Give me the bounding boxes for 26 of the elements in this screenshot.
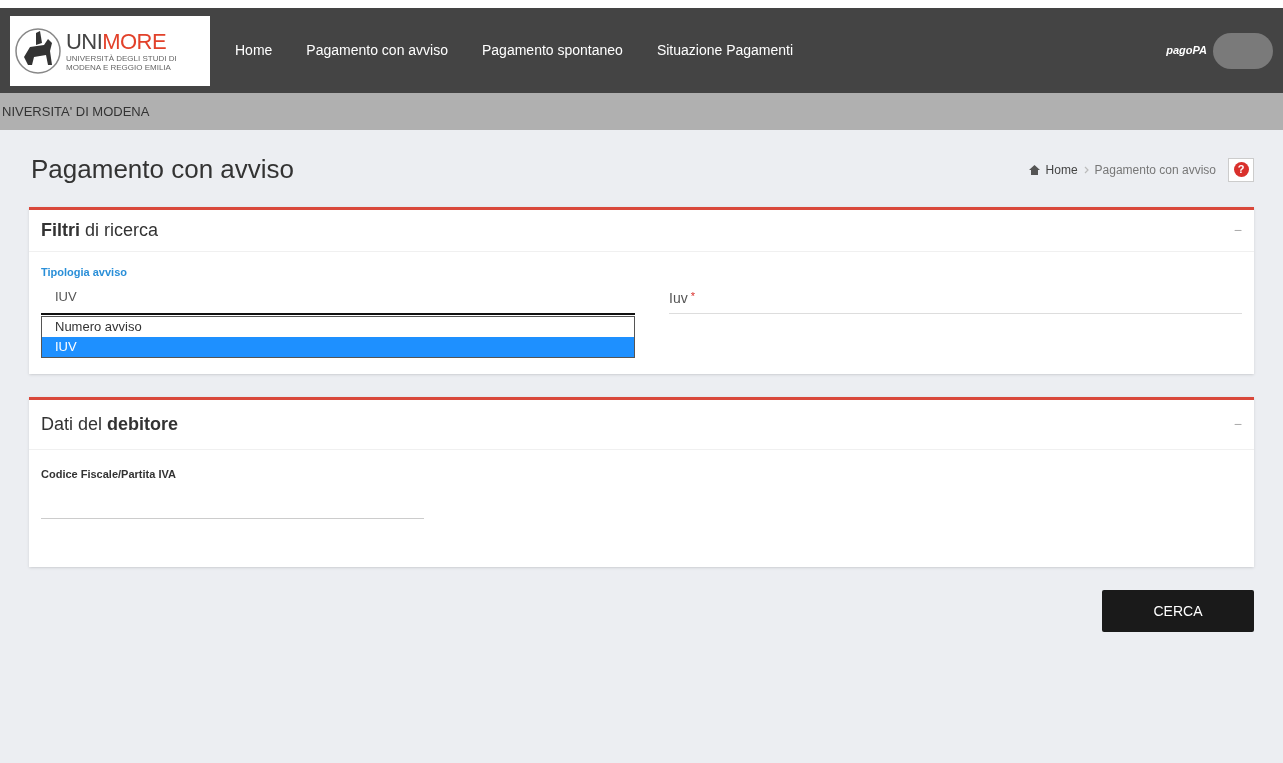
field-label: Tipologia avviso <box>41 265 128 280</box>
pagopa-logo: pagoPA <box>1166 43 1207 59</box>
breadcrumb-current: Pagamento con avviso <box>1094 161 1216 179</box>
banner-text: NIVERSITA' DI MODENA <box>1 102 150 121</box>
logo-wordmark: UNIMORE <box>66 29 168 54</box>
panel-title: Filtri di ricerca <box>41 219 159 242</box>
field-label: Iuv <box>669 289 688 308</box>
panel-title: Dati del debitore <box>41 413 179 436</box>
nav-link[interactable]: Situazione Pagamenti <box>639 40 811 61</box>
home-icon <box>1028 164 1040 175</box>
nav-link[interactable]: Pagamento spontaneo <box>465 40 640 61</box>
logo-subtitle: UNIVERSITÀ DEGLI STUDI DI <box>66 53 177 63</box>
field-label: Codice Fiscale/Partita IVA <box>40 467 177 482</box>
help-button[interactable]: ? <box>1228 157 1254 182</box>
user-avatar[interactable] <box>1213 32 1273 69</box>
iuv-field[interactable]: Iuv * <box>669 278 1242 314</box>
logo-subtitle: MODENA E REGGIO EMILIA <box>66 62 172 72</box>
search-button[interactable]: CERCA <box>1102 590 1254 632</box>
nav-link[interactable]: Home <box>218 40 290 61</box>
chevron-right-icon <box>1083 165 1089 174</box>
select-field[interactable]: IUV <box>41 280 635 315</box>
required-mark: * <box>690 289 695 304</box>
logo[interactable]: UNIMORE UNIVERSITÀ DEGLI STUDI DI MODENA E REGGIO EMILIA <box>10 15 210 86</box>
breadcrumb-link[interactable]: Home <box>1045 160 1078 179</box>
nav-link[interactable]: Pagamento con avviso <box>289 40 465 61</box>
page-title: Pagamento con avviso <box>30 153 295 186</box>
